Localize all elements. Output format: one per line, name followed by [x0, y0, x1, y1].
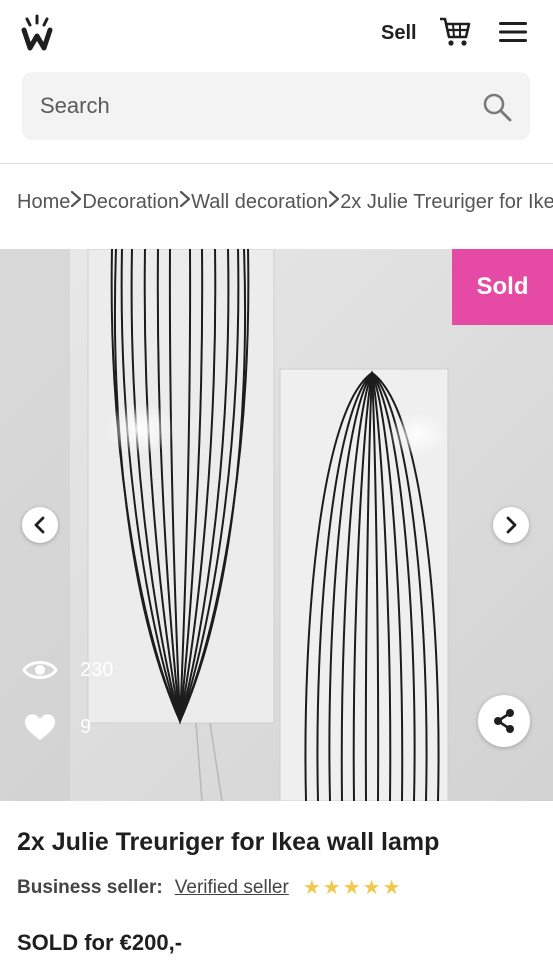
- chevron-right-icon: [70, 190, 82, 214]
- star-icon: ★: [342, 877, 361, 899]
- breadcrumb: Home Decoration Wall decoration 2x Julie…: [17, 188, 553, 216]
- w-sparkle-logo-icon[interactable]: [20, 14, 54, 52]
- share-button[interactable]: [478, 695, 530, 747]
- next-image-button[interactable]: [493, 507, 529, 543]
- chevron-right-icon: [179, 190, 191, 214]
- hamburger-menu-icon[interactable]: [498, 20, 528, 44]
- star-icon: ★: [362, 877, 381, 899]
- search-icon[interactable]: [482, 92, 512, 122]
- header-divider: [0, 163, 553, 164]
- shopping-cart-icon[interactable]: [438, 15, 472, 49]
- heart-icon[interactable]: [22, 712, 58, 742]
- verified-seller-link[interactable]: Verified seller: [175, 877, 289, 899]
- previous-image-button[interactable]: [22, 507, 58, 543]
- view-count-value: 230: [80, 658, 114, 681]
- listing-title: 2x Julie Treuriger for Ikea wall lamp: [17, 828, 440, 856]
- breadcrumb-wall-decoration[interactable]: Wall decoration: [191, 191, 328, 214]
- chevron-left-icon: [34, 516, 45, 534]
- chevron-right-icon: [328, 190, 340, 214]
- star-icon: ★: [382, 877, 401, 899]
- view-count: 230: [22, 655, 113, 685]
- seller-type-label: Business seller:: [17, 877, 163, 898]
- search-input[interactable]: [40, 72, 460, 140]
- star-icon: ★: [322, 877, 341, 899]
- product-image-gallery[interactable]: Sold 230 9: [0, 249, 553, 801]
- sell-button[interactable]: Sell: [381, 22, 417, 45]
- chevron-right-icon: [506, 516, 517, 534]
- share-icon: [494, 709, 514, 733]
- seller-info: Business seller: Verified seller ★ ★ ★ ★…: [17, 877, 401, 899]
- breadcrumb-decoration[interactable]: Decoration: [82, 191, 179, 214]
- eye-icon: [22, 661, 58, 679]
- star-icon: ★: [302, 877, 321, 899]
- breadcrumb-current: 2x Julie Treuriger for Ikea wall lamp: [340, 190, 553, 213]
- like-count-value: 9: [80, 715, 92, 738]
- breadcrumb-home[interactable]: Home: [17, 191, 70, 214]
- price-status: SOLD for €200,-: [17, 930, 183, 955]
- search-bar: [22, 72, 530, 140]
- sold-badge: Sold: [452, 249, 553, 325]
- top-bar: Sell: [0, 0, 553, 70]
- like-count[interactable]: 9: [22, 712, 91, 742]
- seller-rating[interactable]: ★ ★ ★ ★ ★: [303, 878, 401, 898]
